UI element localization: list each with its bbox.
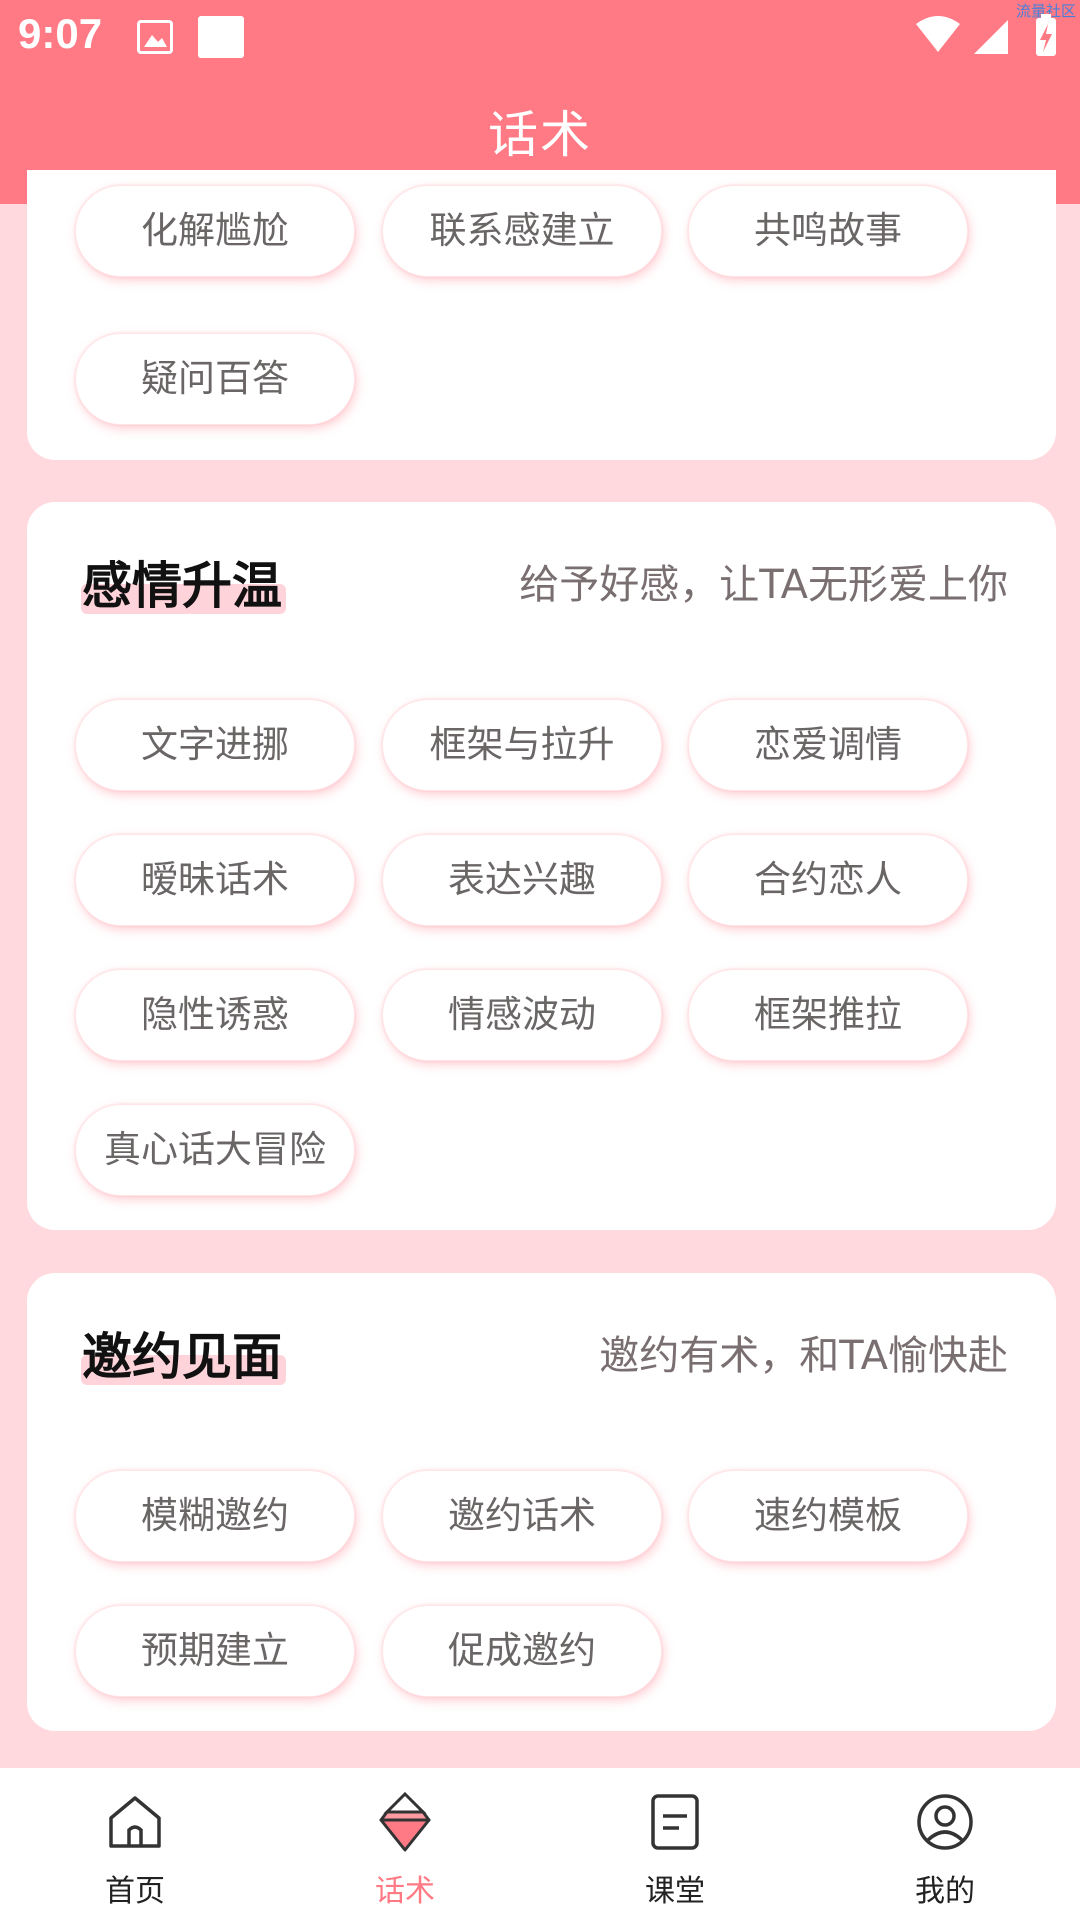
chip-ease-awkwardness[interactable]: 化解尴尬 — [75, 185, 355, 277]
status-bar: 9:07 流量社区 — [0, 0, 1080, 72]
section-card-top: 化解尴尬 联系感建立 共鸣故事 疑问百答 — [27, 170, 1056, 460]
section-title: 感情升温 — [82, 557, 282, 615]
section-subtitle: 给予好感，让TA无形爱上你 — [519, 562, 1008, 608]
profile-icon — [917, 1794, 973, 1850]
chip-warm-3[interactable]: 恋爱调情 — [688, 699, 968, 791]
chip-warm-4[interactable]: 暧昧话术 — [75, 834, 355, 926]
chip-build-connection[interactable]: 联系感建立 — [382, 185, 662, 277]
tab-label: 我的 — [915, 1874, 975, 1909]
tab-classroom[interactable]: 课堂 — [575, 1768, 775, 1920]
wifi-icon — [916, 16, 960, 52]
section-title: 邀约见面 — [82, 1328, 282, 1386]
chip-resonance-story[interactable]: 共鸣故事 — [688, 185, 968, 277]
tab-home[interactable]: 首页 — [35, 1768, 235, 1920]
signal-icon — [974, 20, 1008, 54]
chip-invite-1[interactable]: 模糊邀约 — [75, 1470, 355, 1562]
chip-invite-3[interactable]: 速约模板 — [688, 1470, 968, 1562]
tab-label: 话术 — [375, 1874, 435, 1909]
chip-warm-5[interactable]: 表达兴趣 — [382, 834, 662, 926]
tab-label: 课堂 — [645, 1874, 705, 1909]
status-time: 9:07 — [18, 10, 103, 57]
classroom-icon — [651, 1794, 699, 1850]
notification-square-icon — [198, 16, 244, 58]
chip-invite-5[interactable]: 促成邀约 — [382, 1605, 662, 1697]
chip-warm-6[interactable]: 合约恋人 — [688, 834, 968, 926]
chip-warm-10[interactable]: 真心话大冒险 — [75, 1104, 355, 1196]
chip-warm-7[interactable]: 隐性诱惑 — [75, 969, 355, 1061]
chip-qa[interactable]: 疑问百答 — [75, 333, 355, 425]
bottom-tab-bar: 首页 话术 课堂 我的 — [0, 1768, 1080, 1920]
chip-warm-8[interactable]: 情感波动 — [382, 969, 662, 1061]
status-icons — [912, 14, 1062, 60]
chip-invite-4[interactable]: 预期建立 — [75, 1605, 355, 1697]
tab-label: 首页 — [105, 1874, 165, 1909]
chip-invite-2[interactable]: 邀约话术 — [382, 1470, 662, 1562]
battery-charging-icon — [1036, 14, 1056, 56]
section-subtitle: 邀约有术，和TA愉快赴 — [599, 1333, 1008, 1379]
speech-icon — [379, 1791, 431, 1852]
image-notification-icon — [137, 20, 173, 54]
chip-warm-2[interactable]: 框架与拉升 — [382, 699, 662, 791]
section-card-warm: 感情升温 给予好感，让TA无形爱上你 文字进挪 框架与拉升 恋爱调情 暧昧话术 … — [27, 502, 1056, 1230]
tab-profile[interactable]: 我的 — [845, 1768, 1045, 1920]
home-icon — [109, 1796, 161, 1848]
tab-speech[interactable]: 话术 — [305, 1768, 505, 1920]
chip-warm-9[interactable]: 框架推拉 — [688, 969, 968, 1061]
section-card-invite: 邀约见面 邀约有术，和TA愉快赴 模糊邀约 邀约话术 速约模板 预期建立 促成邀… — [27, 1273, 1056, 1731]
chip-warm-1[interactable]: 文字进挪 — [75, 699, 355, 791]
